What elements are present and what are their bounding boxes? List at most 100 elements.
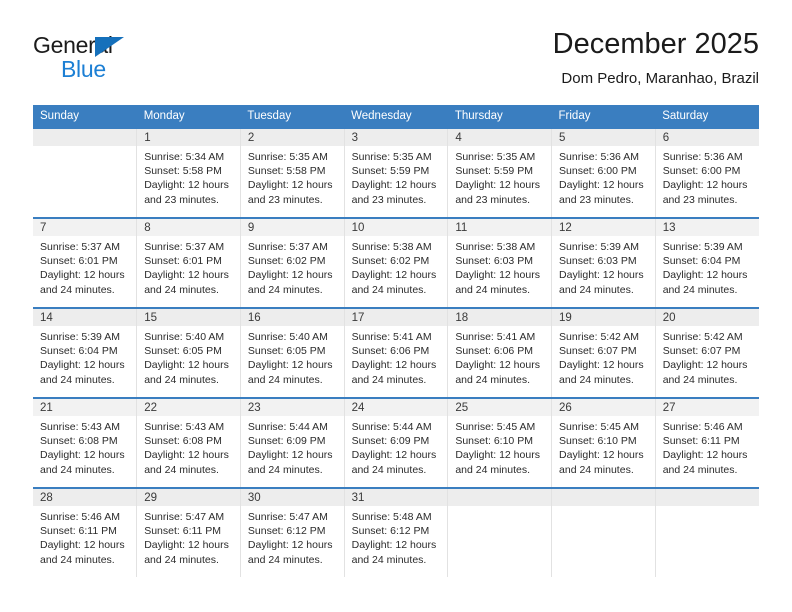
calendar-day-cell[interactable]: 3 Sunrise: 5:35 AM Sunset: 5:59 PM Daylight… xyxy=(344,127,449,218)
calendar-day-cell[interactable]: 18 Sunrise: 5:41 AM Sunset: 6:06 PM Dayligh… xyxy=(447,307,553,398)
logo-text-blue: Blue xyxy=(61,56,106,82)
day-number: 26 xyxy=(552,399,655,416)
generalblue-logo[interactable]: General Blue xyxy=(33,32,213,90)
day-number xyxy=(33,129,137,146)
daylight-text-line2: and 24 minutes. xyxy=(247,463,323,476)
calendar-day-cell[interactable]: 24 Sunrise: 5:44 AM Sunset: 6:09 PM Dayligh… xyxy=(344,397,449,488)
calendar-day-cell[interactable]: 9 Sunrise: 5:37 AM Sunset: 6:02 PM Daylight… xyxy=(240,217,345,308)
page-subtitle: Dom Pedro, Maranhao, Brazil xyxy=(561,70,759,87)
day-number xyxy=(448,489,552,506)
day-details: Sunrise: 5:43 AM Sunset: 6:08 PM Daylight:… xyxy=(137,416,240,477)
sunset-text: Sunset: 6:00 PM xyxy=(559,165,637,178)
daylight-text-line2: and 24 minutes. xyxy=(247,283,323,296)
calendar-day-cell[interactable]: 12 Sunrise: 5:39 AM Sunset: 6:03 PM Dayligh… xyxy=(551,217,656,308)
sunrise-text: Sunrise: 5:37 AM xyxy=(40,241,120,253)
sunset-text: Sunset: 6:08 PM xyxy=(144,435,222,448)
daylight-text-line1: Daylight: 12 hours xyxy=(40,539,125,552)
day-number: 1 xyxy=(137,129,240,146)
calendar-day-cell[interactable]: 5 Sunrise: 5:36 AM Sunset: 6:00 PM Daylight… xyxy=(551,127,656,218)
sunset-text: Sunset: 6:00 PM xyxy=(662,165,741,178)
daylight-text-line1: Daylight: 12 hours xyxy=(144,539,229,552)
calendar-day-cell[interactable]: 26 Sunrise: 5:45 AM Sunset: 6:10 PM Dayligh… xyxy=(551,397,656,488)
sunrise-text: Sunrise: 5:47 AM xyxy=(247,511,328,523)
calendar-day-cell[interactable]: 15 Sunrise: 5:40 AM Sunset: 6:05 PM Dayligh… xyxy=(136,307,241,398)
day-details: Sunrise: 5:42 AM Sunset: 6:07 PM Daylight:… xyxy=(552,326,655,387)
logo-triangle-icon xyxy=(95,37,124,57)
day-number: 28 xyxy=(33,489,137,506)
calendar-day-cell-empty xyxy=(655,487,759,577)
sunset-text: Sunset: 6:03 PM xyxy=(559,255,637,268)
day-number xyxy=(655,489,759,506)
sunset-text: Sunset: 6:09 PM xyxy=(351,435,430,448)
calendar-day-cell[interactable]: 14 Sunrise: 5:39 AM Sunset: 6:04 PM Dayligh… xyxy=(33,307,138,398)
day-details: Sunrise: 5:46 AM Sunset: 6:11 PM Daylight:… xyxy=(33,506,136,567)
sunrise-text: Sunrise: 5:36 AM xyxy=(662,151,743,163)
calendar-day-cell[interactable]: 11 Sunrise: 5:38 AM Sunset: 6:03 PM Dayligh… xyxy=(447,217,553,308)
daylight-text-line2: and 23 minutes. xyxy=(455,193,531,206)
sunrise-text: Sunrise: 5:47 AM xyxy=(144,511,225,523)
daylight-text-line1: Daylight: 12 hours xyxy=(559,449,644,462)
sunset-text: Sunset: 6:08 PM xyxy=(40,435,118,448)
weekday-header-monday: Monday xyxy=(136,105,241,128)
day-details: Sunrise: 5:47 AM Sunset: 6:11 PM Daylight:… xyxy=(137,506,240,567)
calendar-day-cell-empty xyxy=(447,487,553,577)
calendar-day-cell[interactable]: 28 Sunrise: 5:46 AM Sunset: 6:11 PM Dayligh… xyxy=(33,487,138,577)
sunrise-text: Sunrise: 5:35 AM xyxy=(455,151,536,163)
calendar-day-cell[interactable]: 27 Sunrise: 5:46 AM Sunset: 6:11 PM Dayligh… xyxy=(655,397,759,488)
calendar-day-cell[interactable]: 1 Sunrise: 5:34 AM Sunset: 5:58 PM Daylight… xyxy=(136,127,241,218)
sunset-text: Sunset: 6:12 PM xyxy=(351,525,430,538)
day-number: 9 xyxy=(240,219,344,236)
calendar-day-cell[interactable]: 4 Sunrise: 5:35 AM Sunset: 5:59 PM Daylight… xyxy=(447,127,553,218)
calendar-day-cell[interactable]: 25 Sunrise: 5:45 AM Sunset: 6:10 PM Dayligh… xyxy=(447,397,553,488)
calendar-day-cell[interactable]: 22 Sunrise: 5:43 AM Sunset: 6:08 PM Dayligh… xyxy=(136,397,241,488)
page-header: General Blue December 2025 Dom Pedro, Ma… xyxy=(33,26,759,98)
sunset-text: Sunset: 6:04 PM xyxy=(40,345,118,358)
sunset-text: Sunset: 6:06 PM xyxy=(455,345,533,358)
calendar-day-cell[interactable]: 23 Sunrise: 5:44 AM Sunset: 6:09 PM Dayligh… xyxy=(240,397,345,488)
calendar-day-cell[interactable]: 17 Sunrise: 5:41 AM Sunset: 6:06 PM Dayligh… xyxy=(344,307,449,398)
sunset-text: Sunset: 5:58 PM xyxy=(144,165,222,178)
calendar-day-cell[interactable]: 2 Sunrise: 5:35 AM Sunset: 5:58 PM Daylight… xyxy=(240,127,345,218)
day-number: 12 xyxy=(552,219,655,236)
calendar-day-cell[interactable]: 13 Sunrise: 5:39 AM Sunset: 6:04 PM Dayligh… xyxy=(655,217,759,308)
daylight-text-line2: and 24 minutes. xyxy=(662,283,738,296)
daylight-text-line2: and 24 minutes. xyxy=(144,463,219,476)
sunrise-text: Sunrise: 5:48 AM xyxy=(351,511,432,523)
sunset-text: Sunset: 6:04 PM xyxy=(662,255,741,268)
daylight-text-line2: and 24 minutes. xyxy=(351,553,427,566)
calendar-day-cell[interactable]: 6 Sunrise: 5:36 AM Sunset: 6:00 PM Daylight… xyxy=(655,127,759,218)
day-number: 17 xyxy=(344,309,448,326)
calendar-day-cell[interactable]: 8 Sunrise: 5:37 AM Sunset: 6:01 PM Daylight… xyxy=(136,217,241,308)
calendar-day-cell[interactable]: 10 Sunrise: 5:38 AM Sunset: 6:02 PM Dayligh… xyxy=(344,217,449,308)
day-number: 24 xyxy=(344,399,448,416)
day-number: 3 xyxy=(344,129,448,146)
sunset-text: Sunset: 6:05 PM xyxy=(144,345,222,358)
sunrise-text: Sunrise: 5:39 AM xyxy=(40,331,120,343)
day-details: Sunrise: 5:35 AM Sunset: 5:59 PM Daylight:… xyxy=(448,146,551,207)
calendar-day-cell[interactable]: 7 Sunrise: 5:37 AM Sunset: 6:01 PM Daylight… xyxy=(33,217,138,308)
calendar-day-cell[interactable]: 21 Sunrise: 5:43 AM Sunset: 6:08 PM Dayligh… xyxy=(33,397,138,488)
sunset-text: Sunset: 6:11 PM xyxy=(40,525,117,538)
daylight-text-line1: Daylight: 12 hours xyxy=(40,359,125,372)
day-number: 2 xyxy=(240,129,344,146)
calendar-day-cell[interactable]: 16 Sunrise: 5:40 AM Sunset: 6:05 PM Dayligh… xyxy=(240,307,345,398)
calendar-day-cell[interactable]: 19 Sunrise: 5:42 AM Sunset: 6:07 PM Dayligh… xyxy=(551,307,656,398)
day-number: 6 xyxy=(655,129,759,146)
calendar-day-cell[interactable]: 29 Sunrise: 5:47 AM Sunset: 6:11 PM Dayligh… xyxy=(136,487,241,577)
daylight-text-line2: and 24 minutes. xyxy=(144,373,219,386)
sunset-text: Sunset: 6:11 PM xyxy=(662,435,740,448)
calendar-header-row: Sunday Monday Tuesday Wednesday Thursday… xyxy=(33,105,759,128)
daylight-text-line2: and 24 minutes. xyxy=(40,283,115,296)
calendar-day-cell[interactable]: 31 Sunrise: 5:48 AM Sunset: 6:12 PM Dayligh… xyxy=(344,487,449,577)
calendar-day-cell[interactable]: 20 Sunrise: 5:42 AM Sunset: 6:07 PM Dayligh… xyxy=(655,307,759,398)
calendar-day-cell[interactable]: 30 Sunrise: 5:47 AM Sunset: 6:12 PM Dayligh… xyxy=(240,487,345,577)
daylight-text-line2: and 24 minutes. xyxy=(40,553,115,566)
sunrise-text: Sunrise: 5:40 AM xyxy=(247,331,328,343)
day-details: Sunrise: 5:39 AM Sunset: 6:03 PM Daylight:… xyxy=(552,236,655,297)
day-details: Sunrise: 5:42 AM Sunset: 6:07 PM Daylight:… xyxy=(656,326,759,387)
title-block: December 2025 Dom Pedro, Maranhao, Brazi… xyxy=(553,26,759,90)
day-number: 20 xyxy=(655,309,759,326)
sunrise-text: Sunrise: 5:35 AM xyxy=(351,151,432,163)
day-number: 10 xyxy=(344,219,448,236)
daylight-text-line2: and 24 minutes. xyxy=(351,463,427,476)
